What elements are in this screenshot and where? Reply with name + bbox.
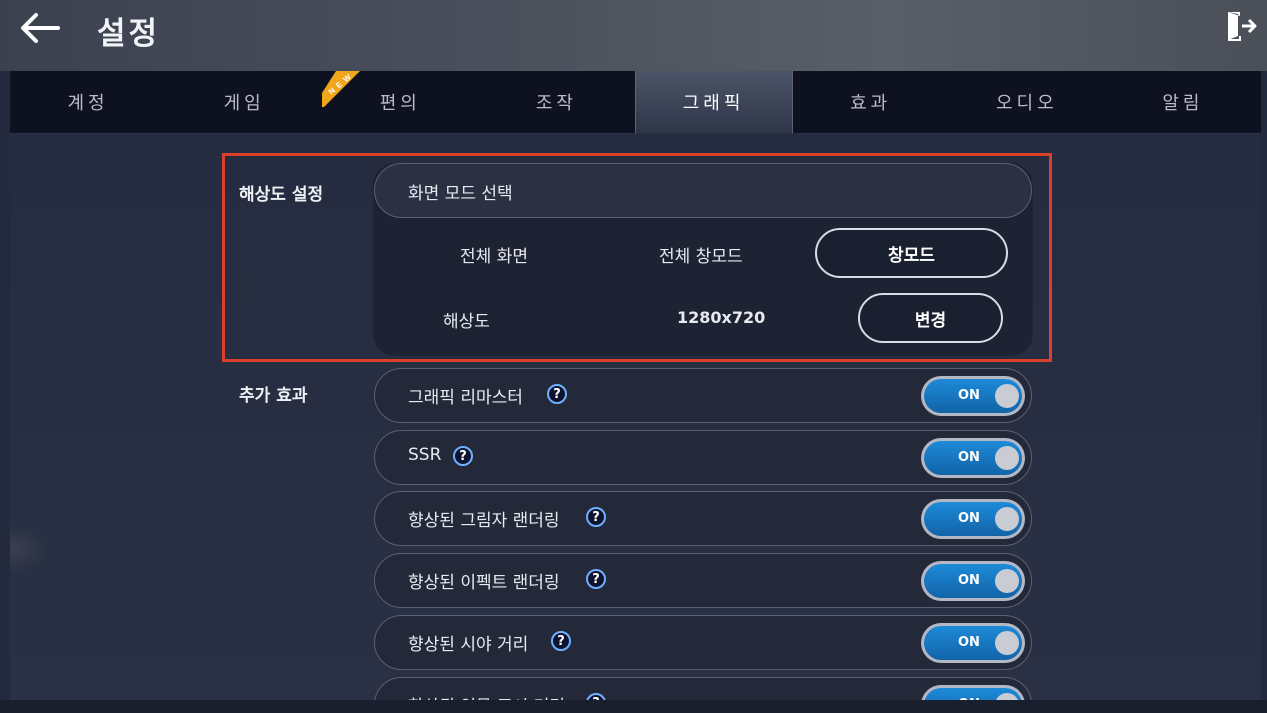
tab-convenience[interactable]: 편의 (322, 71, 478, 133)
effect-row-character-display-distance: 향상된 인물 표시 거리 ? ON (374, 677, 1032, 700)
tab-graphics[interactable]: 그래픽 (634, 71, 793, 133)
tab-label: 계정 (67, 93, 109, 114)
toggle-knob (995, 631, 1019, 655)
tab-label: 그래픽 (682, 93, 745, 114)
decorative-shadow (10, 524, 50, 574)
toggle-state: ON (958, 511, 980, 526)
tab-audio[interactable]: 오디오 (949, 71, 1105, 133)
toggle-state: ON (958, 388, 980, 403)
page-title: 설정 (97, 16, 161, 52)
enhanced-effect-toggle[interactable]: ON (921, 561, 1025, 601)
toggle-state: ON (958, 573, 980, 588)
tab-game[interactable]: 게임 NEW (166, 71, 361, 133)
arrow-left-icon[interactable] (18, 10, 62, 46)
ssr-toggle[interactable]: ON (921, 438, 1025, 478)
exit-door-icon[interactable] (1224, 10, 1258, 42)
settings-tabs: 계정 게임 NEW 편의 조작 그래픽 효과 오디오 알림 (10, 71, 1261, 134)
tab-label: 알림 (1162, 93, 1204, 114)
tab-label: 오디오 (995, 93, 1058, 114)
help-icon[interactable]: ? (586, 693, 606, 700)
effect-label: 향상된 이펙트 랜더링 (408, 573, 560, 593)
effects-section-label: 추가 효과 (239, 386, 308, 406)
enhanced-shadow-toggle[interactable]: ON (921, 499, 1025, 539)
tab-account[interactable]: 계정 (10, 71, 166, 133)
tab-label: 조작 (535, 93, 577, 114)
effect-label: 향상된 시야 거리 (408, 635, 529, 655)
tab-label: 편의 (379, 93, 421, 114)
help-icon[interactable]: ? (547, 384, 567, 404)
effect-label: SSR (408, 445, 442, 465)
toggle-knob (995, 569, 1019, 593)
help-icon[interactable]: ? (453, 446, 473, 466)
effect-label: 향상된 그림자 랜더링 (408, 511, 560, 531)
tab-label: 효과 (850, 93, 892, 114)
toggle-knob (995, 507, 1019, 531)
help-icon[interactable]: ? (586, 569, 606, 589)
effect-row-graphic-remaster: 그래픽 리마스터 ? ON (374, 368, 1032, 423)
effect-label: 향상된 인물 표시 거리 (408, 692, 565, 700)
highlight-frame (222, 153, 1052, 362)
toggle-knob (995, 446, 1019, 470)
effect-row-ssr: SSR ? ON (374, 430, 1032, 485)
effect-row-enhanced-shadow: 향상된 그림자 랜더링 ? ON (374, 491, 1032, 546)
help-icon[interactable]: ? (586, 507, 606, 527)
effect-row-view-distance: 향상된 시야 거리 ? ON (374, 615, 1032, 670)
tab-notifications[interactable]: 알림 (1105, 71, 1261, 133)
tab-label: 게임 (223, 93, 265, 114)
toggle-state: ON (958, 450, 980, 465)
tab-effects[interactable]: 효과 (793, 71, 949, 133)
view-distance-toggle[interactable]: ON (921, 623, 1025, 663)
top-bar: 설정 (0, 0, 1267, 71)
effect-row-enhanced-effect: 향상된 이펙트 랜더링 ? ON (374, 553, 1032, 608)
toggle-state: ON (958, 635, 980, 650)
graphic-remaster-toggle[interactable]: ON (921, 376, 1025, 416)
character-display-distance-toggle[interactable]: ON (921, 685, 1025, 700)
bottom-edge (0, 700, 1267, 713)
toggle-knob (995, 384, 1019, 408)
help-icon[interactable]: ? (551, 631, 571, 651)
effect-label: 그래픽 리마스터 (408, 388, 523, 408)
tab-controls[interactable]: 조작 (478, 71, 634, 133)
clipped-row-container: 향상된 인물 표시 거리 ? ON (0, 677, 1267, 700)
toggle-knob (995, 693, 1019, 700)
